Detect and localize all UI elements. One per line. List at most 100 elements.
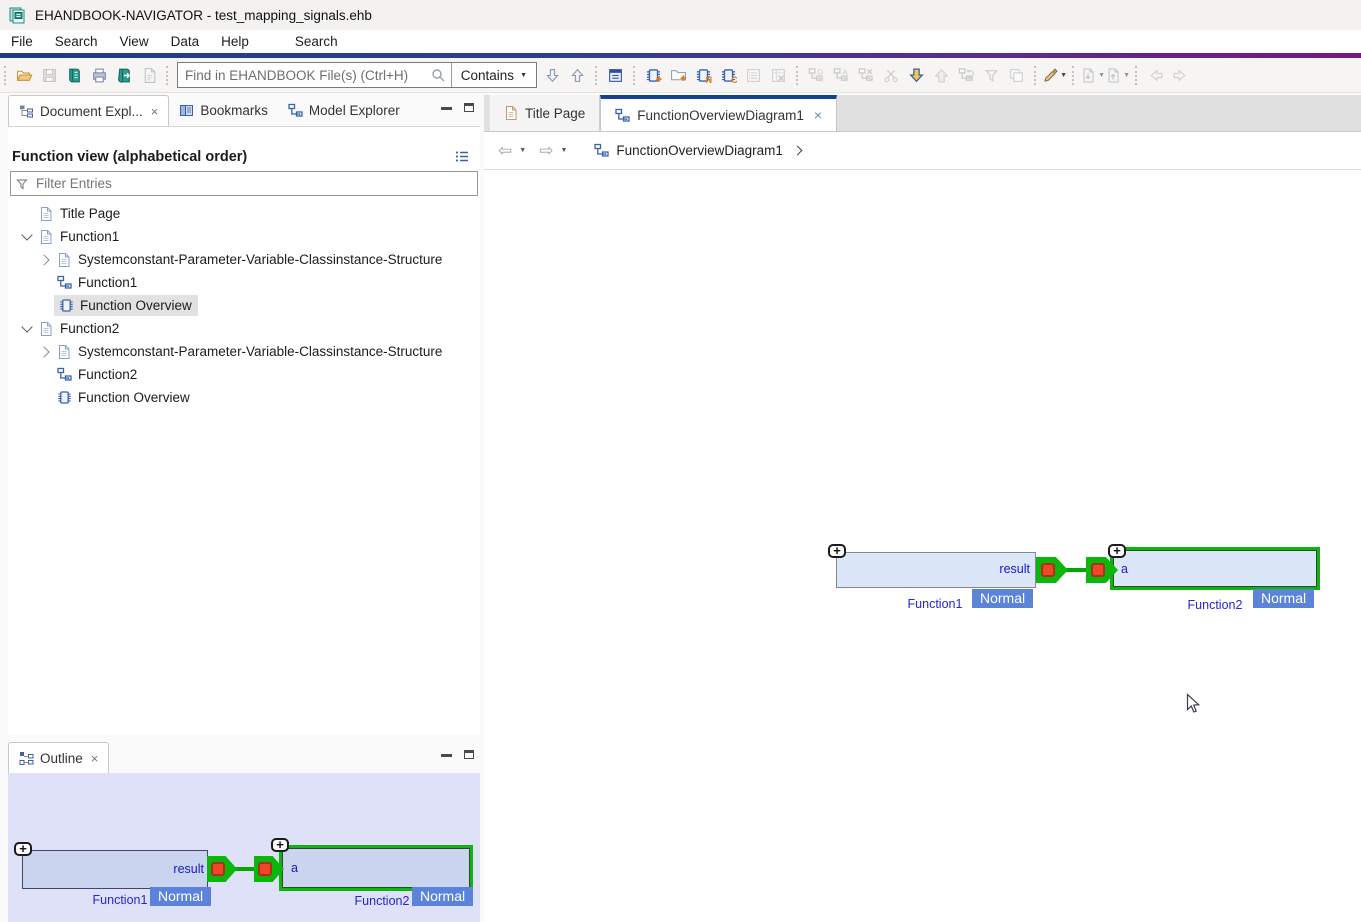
tab-model-explorer[interactable]: Model Explorer: [278, 95, 410, 126]
tree-item-title-page[interactable]: Title Page: [8, 202, 480, 225]
back-arrow-icon[interactable]: ⇦: [498, 142, 512, 159]
minimize-icon[interactable]: [441, 754, 452, 757]
tab-title-page[interactable]: Title Page: [490, 95, 600, 131]
chevron-down-icon[interactable]: [18, 327, 36, 331]
minimize-icon[interactable]: [441, 107, 452, 110]
expand-plus-icon[interactable]: +: [271, 838, 289, 852]
outline-canvas[interactable]: + result + a Function1 Normal Function2 …: [8, 773, 480, 922]
add-function-c-icon[interactable]: C: [716, 63, 741, 88]
contains-dropdown[interactable]: Contains ▼: [452, 68, 536, 83]
function2-block[interactable]: [1110, 547, 1320, 590]
copy-view-icon[interactable]: [1004, 63, 1029, 88]
export-handbook-icon[interactable]: [112, 63, 137, 88]
tree-icon: [19, 104, 34, 119]
status-badge: Normal: [972, 589, 1033, 608]
expand-plus-icon[interactable]: +: [14, 842, 32, 856]
close-icon[interactable]: ×: [91, 751, 99, 766]
tab-function-overview-diagram1[interactable]: FunctionOverviewDiagram1 ×: [600, 95, 837, 131]
add-folder-icon[interactable]: [666, 63, 691, 88]
export-data-icon[interactable]: ▼: [1105, 63, 1130, 88]
tab-document-explorer[interactable]: Document Expl... ×: [8, 95, 169, 126]
filter-input[interactable]: [32, 176, 477, 191]
filter-icon[interactable]: [979, 63, 1004, 88]
add-function-n-icon[interactable]: N: [691, 63, 716, 88]
tree-label-selected: Function Overview: [76, 296, 196, 315]
outline-port-a-label: a: [291, 861, 298, 875]
tree-label: Systemconstant-Parameter-Variable-Classi…: [74, 342, 446, 361]
chevron-right-icon[interactable]: [792, 146, 802, 156]
page-icon: [36, 321, 56, 337]
open-handbook-icon[interactable]: [62, 63, 87, 88]
chevron-down-icon[interactable]: ▼: [560, 147, 567, 154]
export-mapping-icon[interactable]: [929, 63, 954, 88]
tree-item-function2-diagram[interactable]: Function2: [8, 363, 480, 386]
highlight-pen-icon[interactable]: ▼: [1042, 63, 1067, 88]
menu-data[interactable]: Data: [160, 32, 211, 51]
outline-port-result-label: result: [104, 862, 204, 876]
import-mapping-icon[interactable]: [904, 63, 929, 88]
forward-arrow-icon[interactable]: ⇨: [539, 142, 553, 159]
mouse-cursor: [1186, 693, 1201, 720]
search-prev-icon[interactable]: [565, 63, 590, 88]
menu-help[interactable]: Help: [210, 32, 260, 51]
menu-bar: File Search View Data Help Search: [0, 30, 1361, 53]
nav-back-icon[interactable]: [1143, 63, 1168, 88]
tree-item-structure1[interactable]: Systemconstant-Parameter-Variable-Classi…: [8, 248, 480, 271]
save-icon[interactable]: [37, 63, 62, 88]
menu-search-2[interactable]: Search: [284, 32, 349, 51]
toolbar-grip: [166, 66, 169, 85]
diagram-icon: [288, 103, 303, 118]
signal-marker[interactable]: [1041, 563, 1055, 577]
chevron-down-icon[interactable]: ▼: [519, 147, 526, 154]
open-file-icon[interactable]: [12, 63, 37, 88]
chevron-right-icon[interactable]: [36, 348, 54, 356]
view-menu-icon[interactable]: [454, 150, 470, 164]
signal-marker[interactable]: [258, 862, 272, 876]
tree-item-function-overview-1[interactable]: Function Overview: [8, 294, 480, 317]
import-data-icon[interactable]: ▼: [1080, 63, 1105, 88]
signal-marker[interactable]: [211, 862, 225, 876]
show-list-icon[interactable]: [741, 63, 766, 88]
menu-search[interactable]: Search: [44, 32, 109, 51]
outline-function2-block[interactable]: [279, 845, 473, 891]
chevron-down-icon[interactable]: ▼: [1123, 72, 1130, 79]
close-icon[interactable]: ×: [151, 104, 159, 119]
print-icon[interactable]: [87, 63, 112, 88]
refresh-diagram-icon[interactable]: [954, 63, 979, 88]
title-bar: EHANDBOOK-NAVIGATOR - test_mapping_signa…: [0, 0, 1361, 30]
cut-mapping-icon[interactable]: [879, 63, 904, 88]
tree-item-structure2[interactable]: Systemconstant-Parameter-Variable-Classi…: [8, 340, 480, 363]
diagram-canvas[interactable]: [484, 170, 1361, 922]
maximize-icon[interactable]: [464, 750, 474, 759]
chevron-down-icon[interactable]: ▼: [1060, 72, 1067, 79]
diagram-d-icon[interactable]: D: [804, 63, 829, 88]
chevron-right-icon[interactable]: [36, 256, 54, 264]
diagram-a-icon[interactable]: A: [829, 63, 854, 88]
tree-item-function1-diagram[interactable]: Function1: [8, 271, 480, 294]
chevron-down-icon[interactable]: ▼: [1098, 72, 1105, 79]
diagram-remove-icon[interactable]: [854, 63, 879, 88]
close-icon[interactable]: ×: [814, 107, 822, 123]
tree-item-function2[interactable]: Function2: [8, 317, 480, 340]
menu-view[interactable]: View: [109, 32, 160, 51]
signal-marker[interactable]: [1091, 563, 1105, 577]
nav-forward-icon[interactable]: [1168, 63, 1193, 88]
expand-plus-icon[interactable]: +: [828, 544, 846, 558]
add-function-icon[interactable]: [641, 63, 666, 88]
clear-table-icon[interactable]: [766, 63, 791, 88]
export-pdf-icon[interactable]: [137, 63, 162, 88]
chevron-down-icon[interactable]: [18, 235, 36, 239]
tab-outline[interactable]: Outline ×: [8, 742, 109, 773]
tab-bookmarks[interactable]: Bookmarks: [169, 95, 278, 126]
tree-item-function1[interactable]: Function1: [8, 225, 480, 248]
toolbar-separator: [595, 66, 598, 85]
show-ecu-document-icon[interactable]: [603, 63, 628, 88]
tree-item-function-overview-2[interactable]: Function Overview: [8, 386, 480, 409]
search-next-icon[interactable]: [540, 63, 565, 88]
breadcrumb-item[interactable]: FunctionOverviewDiagram1: [616, 143, 783, 158]
menu-file[interactable]: File: [0, 32, 44, 51]
maximize-icon[interactable]: [464, 103, 474, 112]
find-input[interactable]: [178, 68, 426, 83]
filter-icon: [16, 178, 28, 190]
expand-plus-icon[interactable]: +: [1108, 544, 1126, 558]
